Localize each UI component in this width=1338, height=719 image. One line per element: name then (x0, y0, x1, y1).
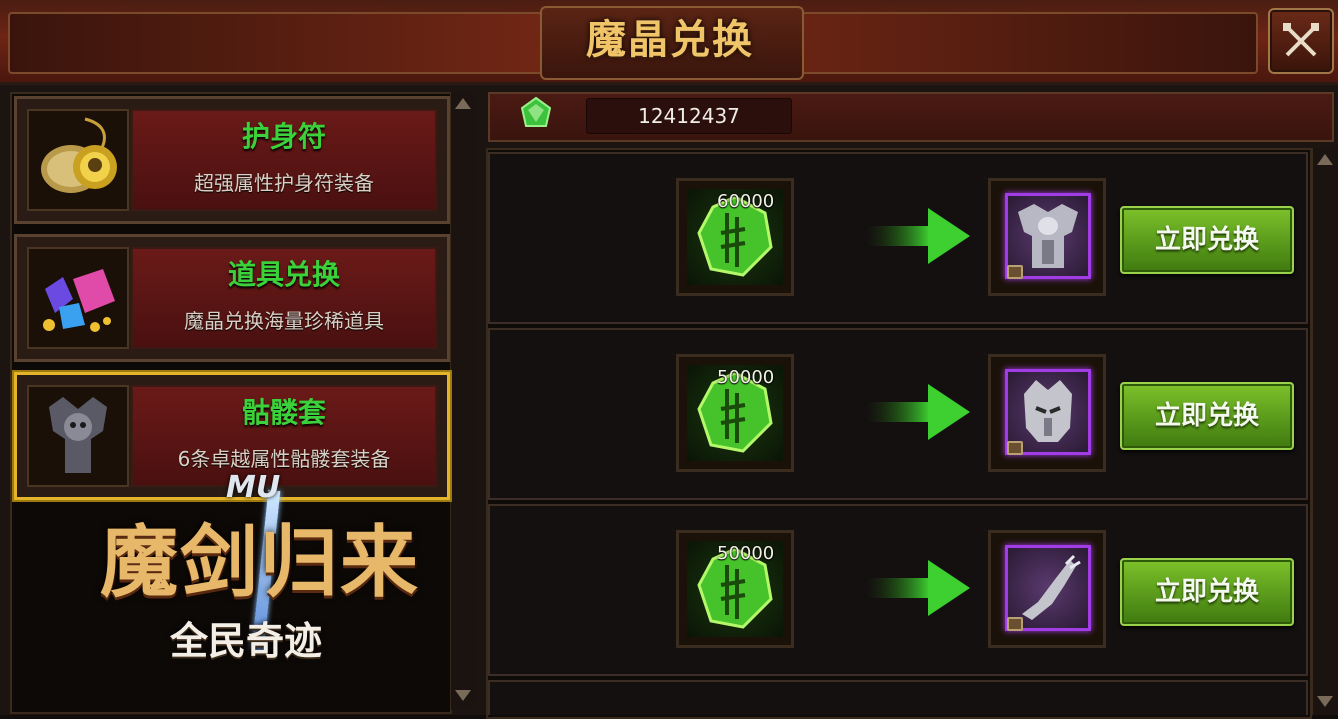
redeem-button[interactable]: 立即兑换 (1120, 206, 1294, 274)
green-crystal-icon (518, 96, 554, 136)
arrow-right-icon (866, 208, 970, 264)
category-amulet[interactable]: 护身符 超强属性护身符装备 (14, 96, 450, 224)
exchange-scrollbar[interactable] (1312, 148, 1337, 715)
category-items-body: 道具兑换 魔晶兑换海量珍稀道具 (131, 247, 437, 349)
cost-amount: 50000 (717, 543, 775, 564)
category-items[interactable]: 道具兑换 魔晶兑换海量珍稀道具 (14, 234, 450, 362)
crystal-balance: 12412437 (586, 98, 792, 134)
close-button[interactable] (1268, 8, 1334, 74)
redeem-button[interactable]: 立即兑换 (1120, 382, 1294, 450)
cost-slot[interactable]: 60000 (676, 178, 794, 296)
lock-icon (1007, 441, 1023, 455)
scroll-down-icon[interactable] (1317, 696, 1333, 707)
window-title: 魔晶兑换 (586, 17, 754, 63)
lock-icon (1007, 265, 1023, 279)
scroll-up-icon[interactable] (455, 98, 471, 109)
reward-slot[interactable] (988, 178, 1106, 296)
category-amulet-body: 护身符 超强属性护身符装备 (131, 109, 437, 211)
game-logo: MU 魔剑归来 全民奇迹 (60, 470, 460, 680)
logo-title: 魔剑归来 (100, 517, 421, 608)
scroll-up-icon[interactable] (1317, 154, 1333, 165)
reward-slot[interactable] (988, 530, 1106, 648)
category-title: 护身符 (241, 120, 326, 153)
exchange-row (488, 680, 1308, 715)
gems-icon (27, 247, 129, 349)
arrow-right-icon (866, 560, 970, 616)
reward-slot[interactable] (988, 354, 1106, 472)
logo-subtitle: 全民奇迹 (170, 618, 323, 663)
redeem-button[interactable]: 立即兑换 (1120, 558, 1294, 626)
cost-amount: 60000 (717, 191, 775, 212)
category-desc: 魔晶兑换海量珍稀道具 (184, 309, 384, 333)
amulet-icon (27, 109, 129, 211)
close-x-icon (1283, 23, 1319, 57)
cost-slot[interactable]: 50000 (676, 354, 794, 472)
lock-icon (1007, 617, 1023, 631)
category-title: 骷髅套 (241, 396, 326, 429)
cost-amount: 50000 (717, 367, 775, 388)
category-desc: 6条卓越属性骷髅套装备 (177, 447, 391, 471)
category-desc: 超强属性护身符装备 (194, 171, 374, 195)
exchange-window: 魔晶兑换 护身符 超强属性护身符装备 道具兑换 魔晶兑换海量珍稀道具 骷髅套 6… (0, 0, 1338, 719)
scroll-down-icon[interactable] (455, 690, 471, 701)
arrow-right-icon (866, 384, 970, 440)
category-title: 道具兑换 (227, 258, 340, 291)
cost-slot[interactable]: 50000 (676, 530, 794, 648)
